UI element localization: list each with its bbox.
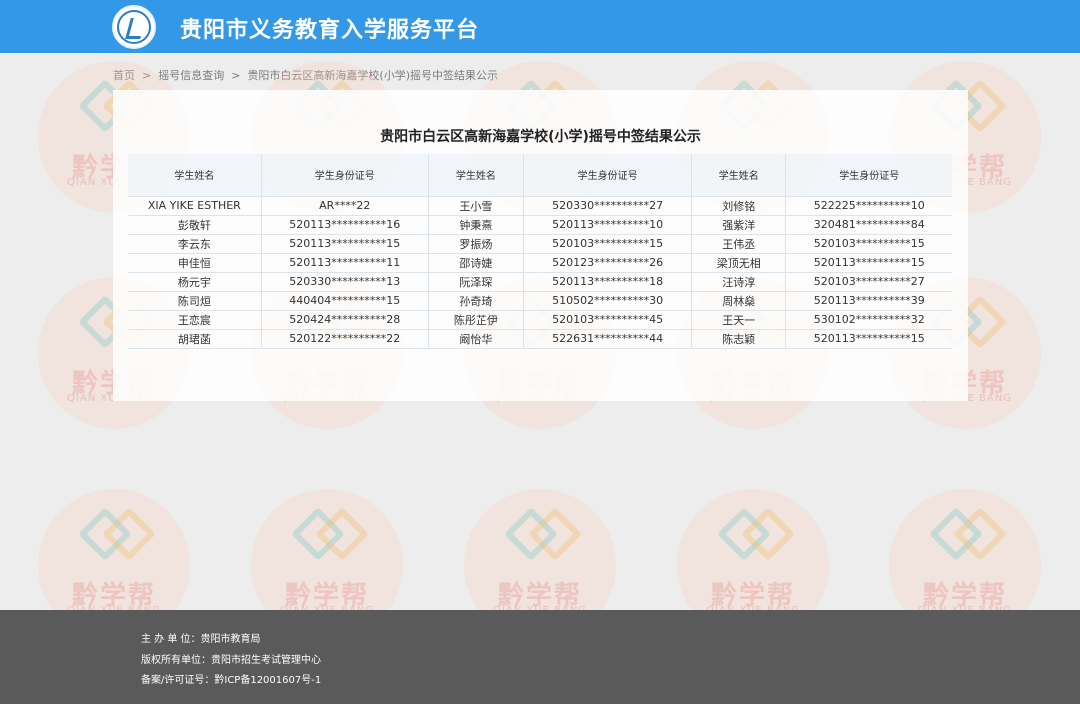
student-name-cell: 罗振炀: [428, 234, 525, 254]
student-id-cell: 520113**********15: [785, 329, 952, 349]
student-name-cell: 刘修铭: [691, 195, 787, 216]
result-table: 学生姓名 学生身份证号 学生姓名 学生身份证号 学生姓名 学生身份证号 XIA …: [128, 154, 952, 349]
student-id-cell: 520103**********45: [523, 310, 693, 330]
table-row: 申佳恒 520113**********11 邵诗婕 520123**********…: [128, 253, 952, 273]
student-name-cell: 邵诗婕: [428, 253, 525, 273]
student-id-cell: 520330**********13: [261, 272, 429, 292]
student-id-cell: 520103**********15: [523, 234, 693, 254]
table-header-row: 学生姓名 学生身份证号 学生姓名 学生身份证号 学生姓名 学生身份证号: [128, 154, 952, 196]
student-id-cell: 520122**********22: [261, 329, 429, 349]
site-title[interactable]: 贵阳市义务教育入学服务平台: [180, 12, 479, 44]
student-name-cell: 陈司烜: [128, 291, 262, 311]
breadcrumb-separator: >: [231, 69, 241, 82]
result-card: 贵阳市白云区高新海嘉学校(小学)摇号中签结果公示 学生姓名 学生身份证号 学生姓…: [113, 90, 968, 401]
student-name-cell: 阮泽琛: [428, 272, 525, 292]
student-name-cell: 周林燊: [691, 291, 787, 311]
student-name-cell: 胡珺菡: [128, 329, 262, 349]
watermark-mark-icon: [82, 511, 146, 557]
student-id-cell: 520113**********15: [261, 234, 429, 254]
student-name-cell: 陈彤芷伊: [428, 310, 525, 330]
table-row: 杨元宇 520330**********13 阮泽琛 520113**********…: [128, 272, 952, 292]
student-id-cell: 520113**********10: [523, 215, 693, 235]
student-name-cell: 彭敬轩: [128, 215, 262, 235]
student-id-cell: 440404**********15: [261, 291, 429, 311]
student-name-cell: 王恋宸: [128, 310, 262, 330]
table-row: 李云东 520113**********15 罗振炀 520103**********…: [128, 234, 952, 254]
student-id-cell: AR****22: [261, 195, 429, 216]
site-footer: 主 办 单 位：贵阳市教育局 版权所有单位：贵阳市招生考试管理中心 备案/许可证…: [0, 610, 1080, 704]
column-header-student-name: 学生姓名: [128, 154, 262, 196]
student-name-cell: 王天一: [691, 310, 787, 330]
student-id-cell: 520113**********16: [261, 215, 429, 235]
table-row: 王恋宸 520424**********28 陈彤芷伊 520103*********…: [128, 310, 952, 330]
student-id-cell: 520113**********15: [785, 253, 952, 273]
student-id-cell: 520113**********11: [261, 253, 429, 273]
table-body: XIA YIKE ESTHER AR****22 王小雪 520330********…: [128, 195, 952, 349]
watermark-mark-icon: [933, 511, 997, 557]
student-id-cell: 530102**********32: [785, 310, 952, 330]
column-header-student-id: 学生身份证号: [785, 154, 952, 196]
table-row: 彭敬轩 520113**********16 钟秉熹 520113**********…: [128, 215, 952, 235]
column-header-student-id: 学生身份证号: [523, 154, 693, 196]
student-id-cell: 520113**********39: [785, 291, 952, 311]
student-id-cell: 520103**********15: [785, 234, 952, 254]
watermark-mark-icon: [295, 511, 359, 557]
column-header-student-id: 学生身份证号: [261, 154, 429, 196]
breadcrumb-lottery-query[interactable]: 摇号信息查询: [158, 69, 224, 82]
watermark-mark-icon: [508, 511, 572, 557]
student-id-cell: 520424**********28: [261, 310, 429, 330]
column-header-student-name: 学生姓名: [428, 154, 525, 196]
student-name-cell: 强紫洋: [691, 215, 787, 235]
school-emblem-icon[interactable]: [112, 5, 156, 49]
table-row: XIA YIKE ESTHER AR****22 王小雪 520330********…: [128, 195, 952, 216]
table-row: 胡珺菡 520122**********22 阚怡华 522631**********…: [128, 329, 952, 349]
student-name-cell: 汪诗淳: [691, 272, 787, 292]
table-row: 陈司烜 440404**********15 孙奇琦 510502**********…: [128, 291, 952, 311]
student-name-cell: 王小雪: [428, 195, 525, 216]
student-name-cell: XIA YIKE ESTHER: [128, 195, 262, 216]
student-name-cell: 孙奇琦: [428, 291, 525, 311]
student-id-cell: 522225**********10: [785, 195, 952, 216]
student-id-cell: 522631**********44: [523, 329, 693, 349]
site-header: 贵阳市义务教育入学服务平台: [0, 0, 1080, 53]
student-name-cell: 梁顶无相: [691, 253, 787, 273]
student-name-cell: 杨元宇: [128, 272, 262, 292]
footer-icp: 备案/许可证号：黔ICP备12001607号-1: [141, 675, 322, 686]
footer-organizer: 主 办 单 位：贵阳市教育局: [141, 634, 261, 645]
column-header-student-name: 学生姓名: [691, 154, 787, 196]
page-title: 贵阳市白云区高新海嘉学校(小学)摇号中签结果公示: [380, 129, 701, 145]
student-name-cell: 王伟丞: [691, 234, 787, 254]
student-id-cell: 520113**********18: [523, 272, 693, 292]
watermark-mark-icon: [721, 511, 785, 557]
student-name-cell: 陈志颖: [691, 329, 787, 349]
student-name-cell: 申佳恒: [128, 253, 262, 273]
student-id-cell: 520103**********27: [785, 272, 952, 292]
student-name-cell: 阚怡华: [428, 329, 525, 349]
student-name-cell: 李云东: [128, 234, 262, 254]
student-id-cell: 320481**********84: [785, 215, 952, 235]
student-id-cell: 510502**********30: [523, 291, 693, 311]
student-id-cell: 520123**********26: [523, 253, 693, 273]
student-name-cell: 钟秉熹: [428, 215, 525, 235]
footer-copyright: 版权所有单位：贵阳市招生考试管理中心: [141, 655, 321, 666]
student-id-cell: 520330**********27: [523, 195, 693, 216]
